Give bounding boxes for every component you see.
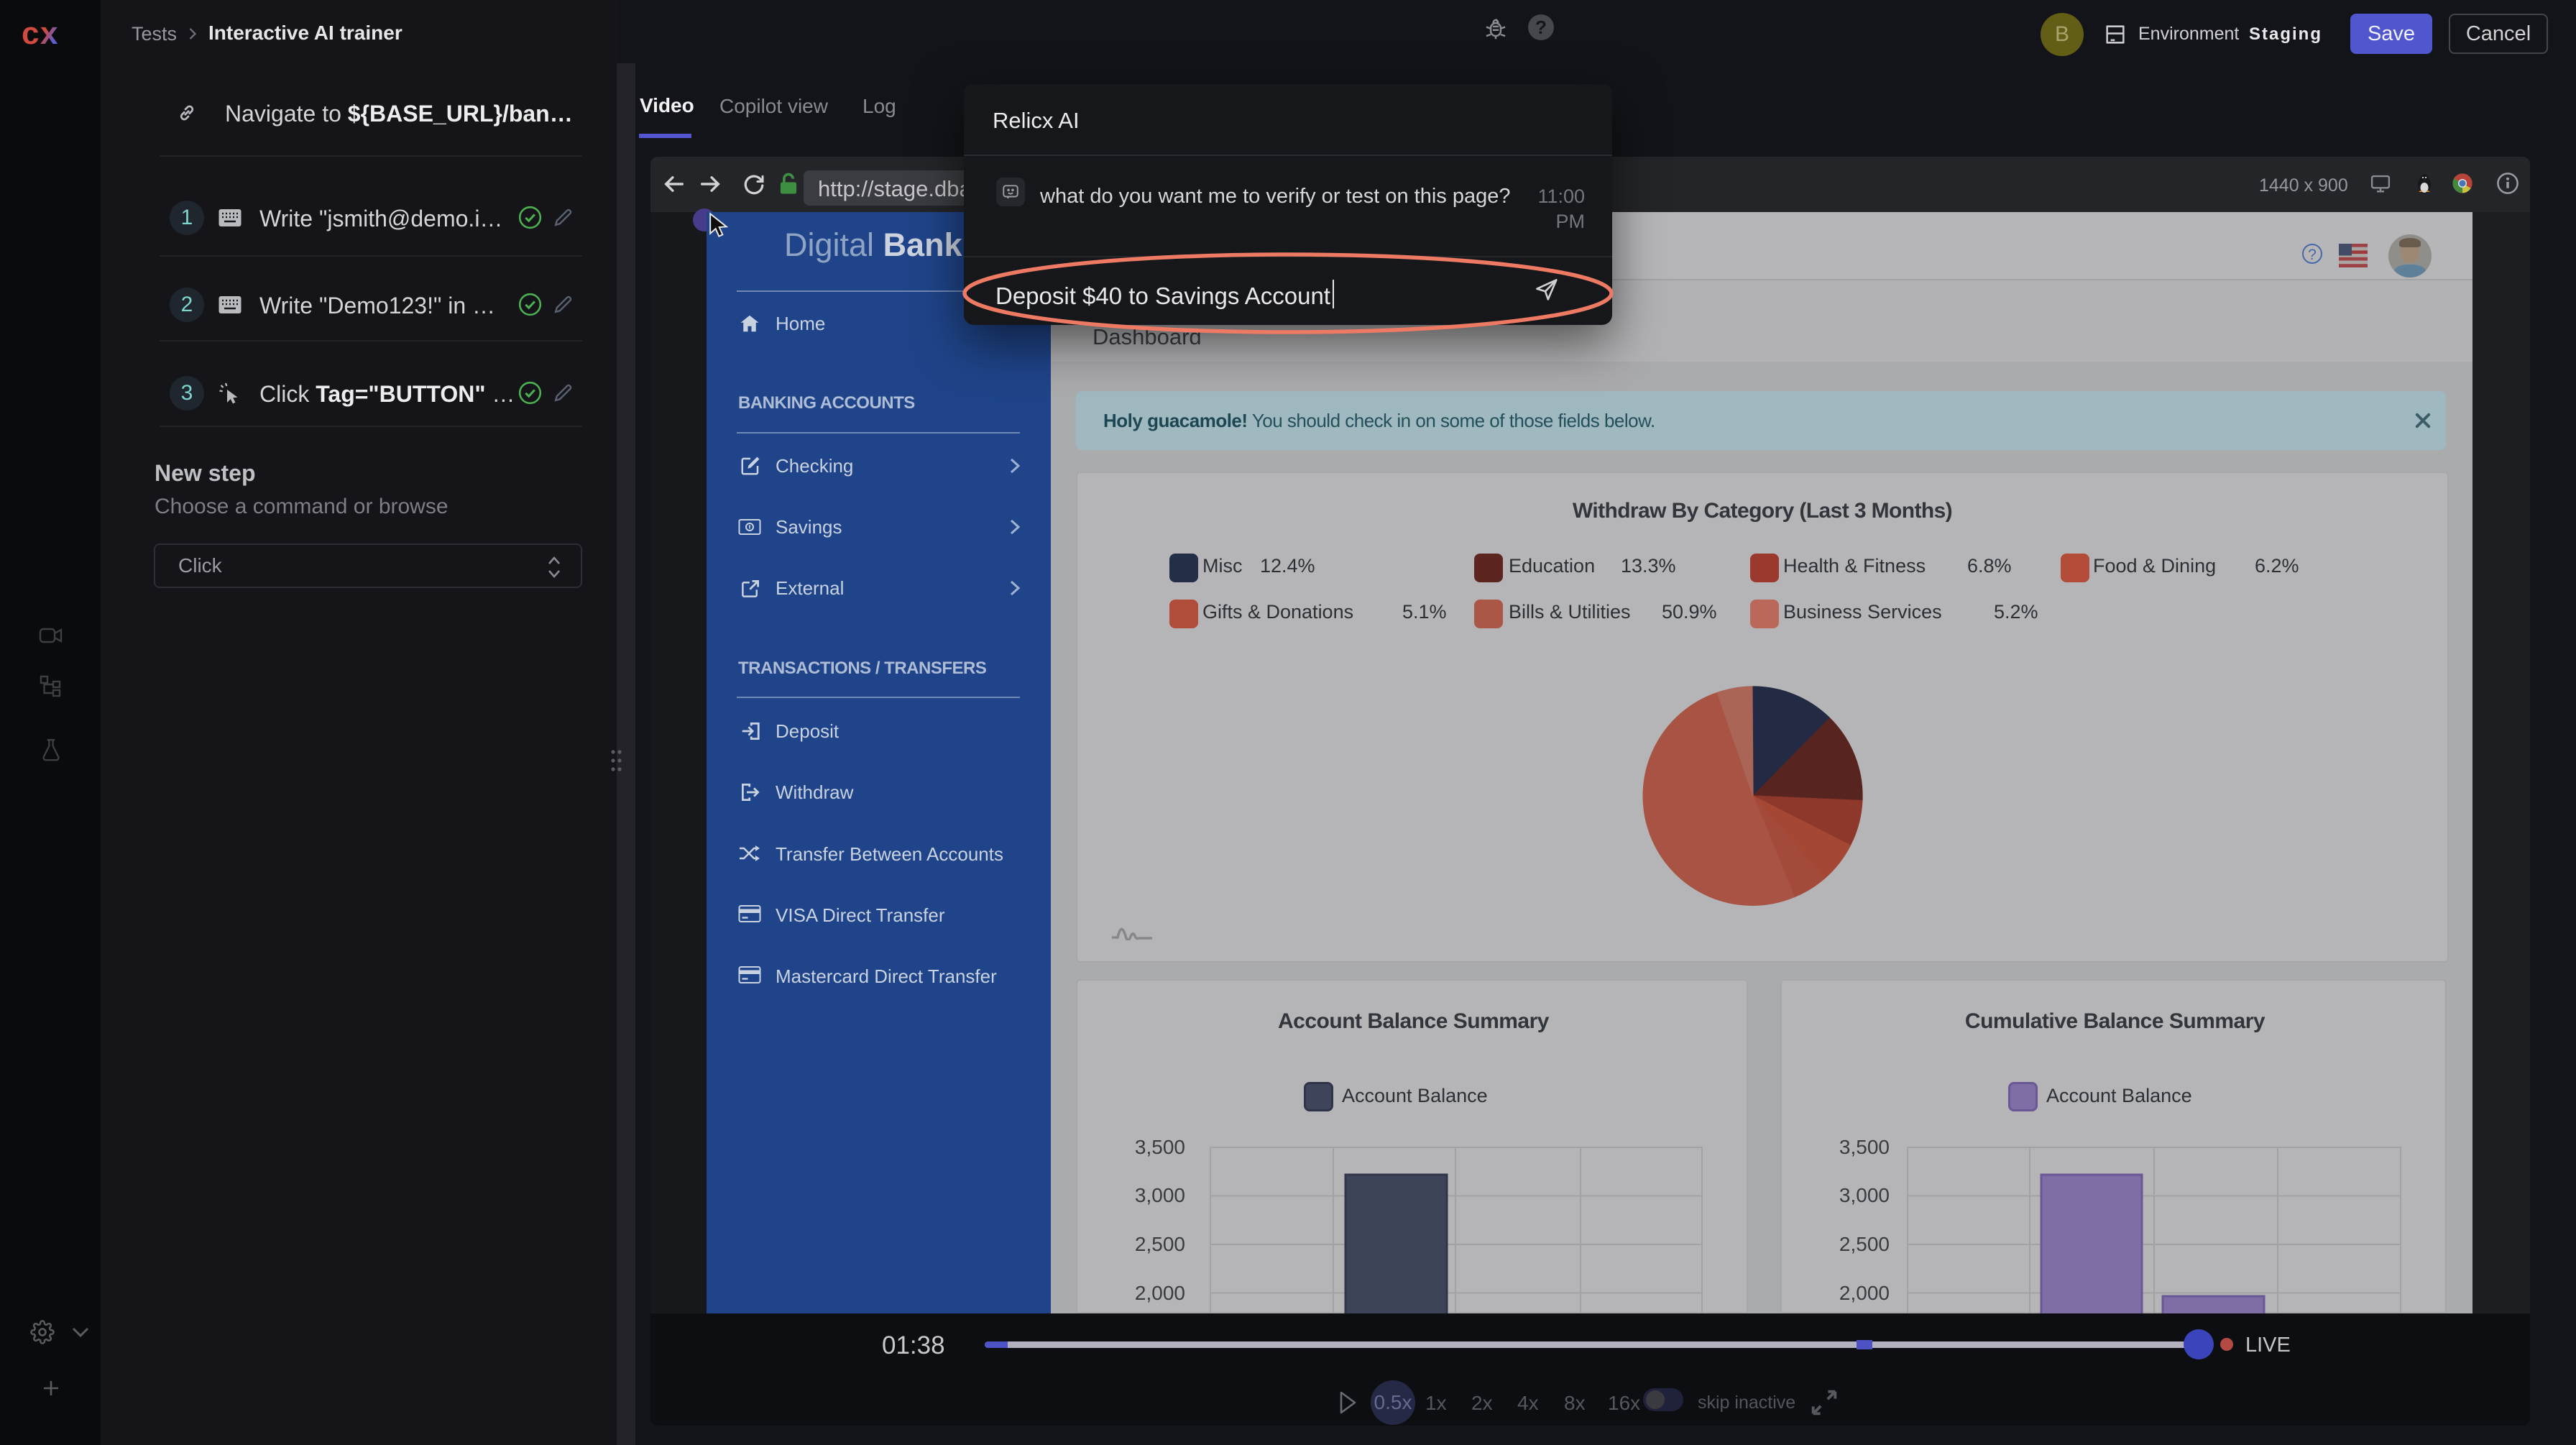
svg-text:c: c xyxy=(22,17,39,50)
svg-text:x: x xyxy=(40,17,58,50)
